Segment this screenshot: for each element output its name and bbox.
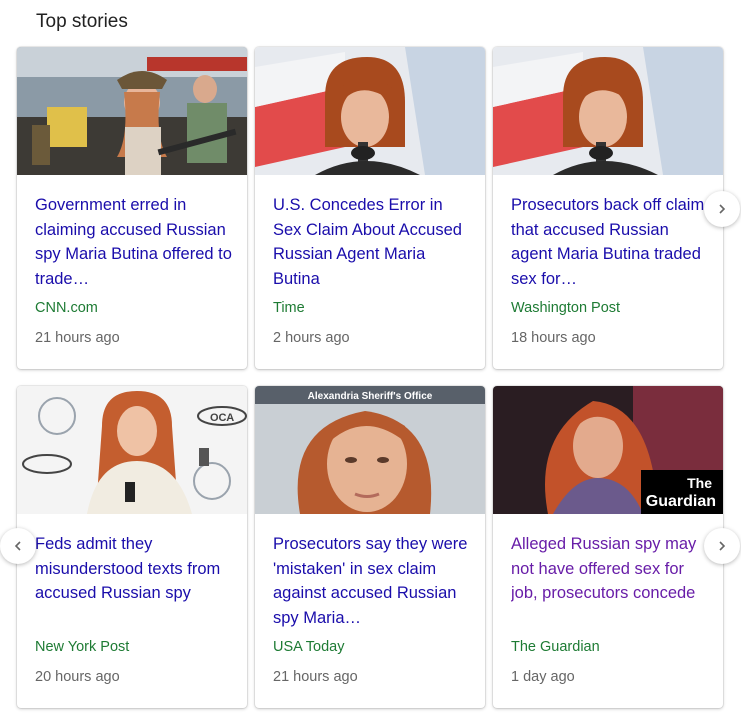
mugshot-caption: Alexandria Sheriff's Office [308,391,433,402]
story-card[interactable]: Alexandria Sheriff's Office Prosecutors … [255,386,485,708]
story-source: Time [273,300,305,316]
chevron-left-icon [14,541,21,551]
carousel-next-button[interactable] [704,191,740,227]
story-thumbnail[interactable] [493,47,723,175]
story-source: New York Post [35,639,130,655]
story-headline[interactable]: Prosecutors back off claim that accused … [511,193,709,291]
story-card[interactable]: Prosecutors back off claim that accused … [493,47,723,369]
story-headline[interactable]: Prosecutors say they were 'mistaken' in … [273,532,471,630]
story-source: USA Today [273,639,345,655]
story-headline[interactable]: Feds admit they misunderstood texts from… [35,532,233,606]
chevron-right-icon [719,204,726,214]
story-timestamp: 1 day ago [511,669,575,685]
story-timestamp: 2 hours ago [273,330,350,346]
story-card[interactable]: The Guardian Alleged Russian spy may not… [493,386,723,708]
story-headline[interactable]: Government erred in claiming accused Rus… [35,193,233,291]
chevron-right-icon [719,541,726,551]
story-source: Washington Post [511,300,621,316]
story-thumbnail[interactable]: ОСА [17,386,247,514]
guardian-logo-line1: The [687,475,712,491]
story-card[interactable]: U.S. Concedes Error in Sex Claim About A… [255,47,485,369]
story-headline[interactable]: Alleged Russian spy may not have offered… [511,532,709,606]
page-title: Top stories [36,11,128,32]
story-headline[interactable]: U.S. Concedes Error in Sex Claim About A… [273,193,471,291]
story-thumbnail[interactable]: Alexandria Sheriff's Office [255,386,485,514]
story-timestamp: 21 hours ago [273,669,358,685]
story-thumbnail[interactable] [17,47,247,175]
story-thumbnail[interactable]: The Guardian [493,386,723,514]
backdrop-logo-text: ОСА [210,412,234,424]
carousel-prev-button[interactable] [0,528,36,564]
story-source: The Guardian [511,639,600,655]
story-timestamp: 21 hours ago [35,330,120,346]
story-source: CNN.com [35,300,98,316]
story-thumbnail[interactable] [255,47,485,175]
story-timestamp: 20 hours ago [35,669,120,685]
story-card[interactable]: ОСА Feds admit they misunderstood texts … [17,386,247,708]
story-card[interactable]: Government erred in claiming accused Rus… [17,47,247,369]
story-timestamp: 18 hours ago [511,330,596,346]
carousel-next-button[interactable] [704,528,740,564]
guardian-logo-line2: Guardian [646,493,716,510]
